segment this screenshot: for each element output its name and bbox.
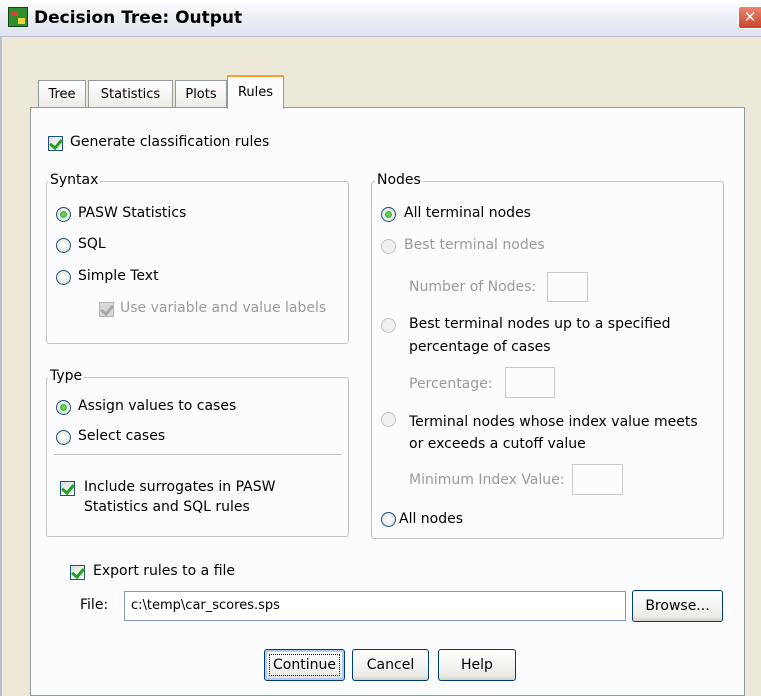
syntax-sql-label: SQL — [78, 236, 106, 252]
export-rules-checkbox[interactable] — [70, 565, 85, 580]
help-button[interactable]: Help — [438, 649, 516, 681]
app-icon — [8, 7, 28, 27]
type-assign-label: Assign values to cases — [78, 398, 237, 414]
min-index-value-label: Minimum Index Value: — [409, 472, 565, 488]
generate-rules-checkbox[interactable] — [48, 136, 63, 151]
nodes-legend: Nodes — [375, 172, 423, 188]
syntax-pasw-radio[interactable] — [56, 207, 71, 222]
use-labels-checkbox[interactable] — [99, 302, 114, 317]
type-select-label: Select cases — [78, 428, 166, 444]
file-path-input[interactable]: c:\temp\car_scores.sps — [124, 591, 626, 621]
syntax-simple-text-radio[interactable] — [56, 270, 71, 285]
type-select-radio[interactable] — [56, 430, 71, 445]
syntax-pasw-label: PASW Statistics — [78, 205, 187, 221]
tab-tree[interactable]: Tree — [38, 80, 86, 107]
cancel-button[interactable]: Cancel — [352, 649, 429, 681]
file-label: File: — [80, 597, 109, 613]
tab-rules[interactable]: Rules — [227, 75, 284, 109]
include-surrogates-label-line2: Statistics and SQL rules — [84, 499, 250, 515]
number-of-nodes-input[interactable] — [547, 272, 588, 302]
use-labels-label: Use variable and value labels — [120, 300, 327, 316]
index-cutoff-radio[interactable] — [381, 412, 396, 427]
index-cutoff-label-line2: or exceeds a cutoff value — [409, 436, 586, 452]
tab-plots[interactable]: Plots — [175, 80, 227, 107]
type-legend: Type — [48, 368, 85, 384]
best-pct-nodes-label-line1: Best terminal nodes up to a specified — [409, 316, 671, 332]
best-pct-nodes-label-line2: percentage of cases — [409, 339, 551, 355]
best-terminal-nodes-label: Best terminal nodes — [404, 237, 545, 253]
type-assign-radio[interactable] — [56, 400, 71, 415]
all-terminal-nodes-radio[interactable] — [381, 207, 396, 222]
include-surrogates-checkbox[interactable] — [60, 481, 75, 496]
all-terminal-nodes-label: All terminal nodes — [404, 205, 531, 221]
min-index-value-input[interactable] — [572, 464, 623, 495]
browse-button[interactable]: Browse... — [632, 590, 723, 622]
best-pct-nodes-radio[interactable] — [381, 318, 396, 333]
index-cutoff-label-line1: Terminal nodes whose index value meets — [409, 414, 698, 430]
include-surrogates-label-line1: Include surrogates in PASW — [84, 479, 276, 495]
syntax-sql-radio[interactable] — [56, 238, 71, 253]
continue-button-label: Continue — [265, 650, 344, 680]
type-divider — [54, 454, 342, 455]
number-of-nodes-label: Number of Nodes: — [409, 279, 537, 295]
percentage-label: Percentage: — [409, 376, 493, 392]
syntax-legend: Syntax — [48, 172, 101, 188]
percentage-input[interactable] — [505, 367, 555, 398]
continue-button[interactable]: Continue — [264, 649, 345, 681]
best-terminal-nodes-radio[interactable] — [381, 239, 396, 254]
export-rules-label: Export rules to a file — [93, 563, 236, 579]
all-nodes-label: All nodes — [399, 511, 464, 527]
syntax-simple-text-label: Simple Text — [78, 268, 159, 284]
window-border — [0, 36, 2, 696]
close-button[interactable]: ✕ — [738, 6, 761, 29]
all-nodes-radio[interactable] — [381, 512, 396, 527]
window-title: Decision Tree: Output — [34, 8, 243, 28]
generate-rules-label: Generate classification rules — [70, 134, 270, 150]
tab-statistics[interactable]: Statistics — [88, 80, 173, 107]
